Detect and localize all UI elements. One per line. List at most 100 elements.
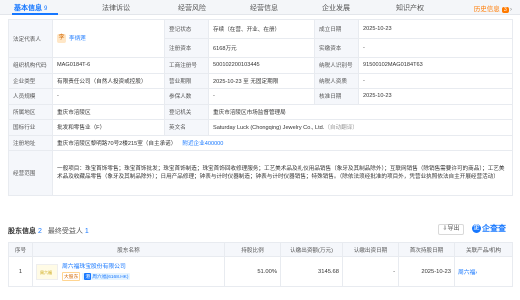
staff-label: 人员规模 xyxy=(8,88,53,105)
brand-logo: 企企查查 xyxy=(472,223,506,234)
taxpayer-q-value: - xyxy=(358,72,513,89)
est-date-value: 2025-10-23 xyxy=(358,19,513,39)
info-row: 经营范围 一般项目：珠宝首饰零售；珠宝首饰批发；珠宝首饰制造；珠宝首饰回收修理服… xyxy=(8,150,513,196)
company-logo: 周六福 xyxy=(36,263,58,280)
tab-bar: 基本信息 9 法律诉讼 经营风险 经营信息 企业发展 知识产权 历史信息 3 › xyxy=(0,0,520,15)
beneficiary-label: 最终受益人 xyxy=(47,228,83,235)
tab-operations[interactable]: 经营信息 xyxy=(250,3,278,13)
tab-label: 基本信息 xyxy=(14,5,42,12)
holder-sub-date: - xyxy=(342,256,399,287)
product-link[interactable]: 周六福 xyxy=(458,270,475,276)
col-index: 序号 xyxy=(8,242,33,257)
info-row: 企业类型 有限责任公司（自然人投资或控股） 营业期限 2025-10-23 至 … xyxy=(8,72,513,89)
tab-history[interactable]: 历史信息 3 › xyxy=(474,3,512,13)
tab-development[interactable]: 企业发展 xyxy=(322,3,350,13)
industry-value: 批发和零售业（F） xyxy=(52,119,165,136)
tab-risk[interactable]: 经营风险 xyxy=(178,3,206,13)
tab-label: 企业发展 xyxy=(322,5,350,12)
en-name-label: 英文名 xyxy=(164,119,209,136)
authority-value: 重庆市涪陵区市场监督管理局 xyxy=(208,103,513,120)
chevron-right-icon: › xyxy=(475,270,478,276)
address-label: 注册地址 xyxy=(8,134,53,151)
logo-text: 周六福 xyxy=(40,269,52,275)
holder-cell: 周六福 周六福珠宝股份有限公司 大股东港周六福(6168.HK) xyxy=(32,256,225,287)
major-holder-badge: 大股东 xyxy=(62,271,81,281)
col-ratio[interactable]: 持股比例 xyxy=(224,242,281,257)
address-cell: 重庆市涪陵区黎明路70号2楼215室（自主承诺） 附近企业400000 xyxy=(52,134,513,151)
org-code-label: 组织机构代码 xyxy=(8,57,53,74)
tab-ip[interactable]: 知识产权 xyxy=(396,3,424,13)
stock-badge[interactable]: 港周六福(6168.HK) xyxy=(82,272,131,280)
reg-capital-label: 注册资本 xyxy=(164,38,209,58)
export-button[interactable]: ⇩导出 xyxy=(438,224,464,235)
en-name-value: Saturday Luck (Chongqing) Jewelry Co., L… xyxy=(213,125,325,132)
info-row: 组织机构代码 MAG0184T-6 工商注册号 500102200103445 … xyxy=(8,57,513,74)
brand-icon: 企 xyxy=(472,224,481,234)
chevron-right-icon: › xyxy=(509,6,512,13)
business-info-table: 法定代表人 李李炳莲 登记状态 存续（在营、开业、在册） 成立日期 2025-1… xyxy=(8,19,513,196)
col-sub-date[interactable]: 认缴出资日期 xyxy=(342,242,399,257)
shareholders-count: 2 xyxy=(38,228,42,235)
holder-first-date: 2025-10-23 xyxy=(398,256,455,287)
col-product: 关联产品/机构 xyxy=(454,242,513,257)
scope-value: 一般项目：珠宝首饰零售；珠宝首饰批发；珠宝首饰制造；珠宝首饰回收修理服务；工艺美… xyxy=(52,150,513,196)
nearby-companies-link[interactable]: 附近企业400000 xyxy=(182,141,223,147)
holder-amount: 3145.68 xyxy=(280,256,343,287)
region-value: 重庆市涪陵区 xyxy=(52,103,165,120)
tab-label: 经营风险 xyxy=(178,5,206,12)
approval-value: 2025-10-23 xyxy=(358,88,513,105)
tab-legal[interactable]: 法律诉讼 xyxy=(102,3,130,13)
type-value: 有限责任公司（自然人投资或控股） xyxy=(52,72,165,89)
beneficiary-tab[interactable]: 最终受益人 1 xyxy=(48,228,89,235)
shareholders-table: 序号 股东名称 持股比例 认缴出资额(万元) 认缴出资日期 首次持股日期 关联产… xyxy=(8,242,513,287)
en-name-note: （自动翻译） xyxy=(324,125,358,132)
brand-label: 企查查 xyxy=(482,224,506,233)
info-row: 人员规模 - 参保人数 - 核准日期 2025-10-23 xyxy=(8,88,513,105)
approval-label: 核准日期 xyxy=(314,88,359,105)
history-label: 历史信息 xyxy=(473,6,500,13)
table-row: 1 周六福 周六福珠宝股份有限公司 大股东港周六福(6168.HK) 51.00… xyxy=(8,256,513,287)
col-name: 股东名称 xyxy=(32,242,225,257)
info-row: 国标行业 批发和零售业（F） 英文名 Saturday Luck (Chongq… xyxy=(8,119,513,136)
avatar: 李 xyxy=(57,34,66,43)
info-row: 注册地址 重庆市涪陵区黎明路70号2楼215室（自主承诺） 附近企业400000 xyxy=(8,134,513,151)
region-label: 所属地区 xyxy=(8,103,53,120)
holder-ratio: 51.00% xyxy=(224,256,281,287)
history-count: 3 xyxy=(501,7,509,13)
reg-capital-value: 6168万元 xyxy=(208,38,315,58)
insured-label: 参保人数 xyxy=(164,88,209,105)
stock-market: 港 xyxy=(84,272,92,280)
tab-basic-info[interactable]: 基本信息 9 xyxy=(14,3,47,13)
en-name-cell: Saturday Luck (Chongqing) Jewelry Co., L… xyxy=(208,119,513,136)
holder-product-cell: 周六福› xyxy=(454,256,513,287)
stock-label: 周六福(6168.HK) xyxy=(92,274,129,280)
export-label: 导出 xyxy=(447,226,460,232)
taxpayer-id-value: 91500102MAG0184T63 xyxy=(358,57,513,74)
legal-rep-cell: 李李炳莲 xyxy=(52,19,165,58)
shareholders-title: 股东信息 xyxy=(8,228,36,235)
status-label: 登记状态 xyxy=(164,19,209,39)
taxpayer-id-label: 纳税人识别号 xyxy=(314,57,359,74)
insured-value: - xyxy=(208,88,315,105)
type-label: 企业类型 xyxy=(8,72,53,89)
est-date-label: 成立日期 xyxy=(314,19,359,39)
holder-info: 周六福珠宝股份有限公司 大股东港周六福(6168.HK) xyxy=(62,263,131,281)
scope-label: 经营范围 xyxy=(8,150,53,196)
holder-name-link[interactable]: 周六福珠宝股份有限公司 xyxy=(62,263,130,272)
tab-count: 9 xyxy=(44,6,48,12)
staff-value: - xyxy=(52,88,165,105)
address-value: 重庆市涪陵区黎明路70号2楼215室（自主承诺） xyxy=(57,140,177,147)
legal-rep-link[interactable]: 李炳莲 xyxy=(69,36,86,42)
industry-label: 国标行业 xyxy=(8,119,53,136)
beneficiary-count: 1 xyxy=(84,228,89,235)
taxpayer-q-label: 纳税人资质 xyxy=(314,72,359,89)
info-row: 法定代表人 李李炳莲 登记状态 存续（在营、开业、在册） 成立日期 2025-1… xyxy=(8,19,513,58)
legal-rep-label: 法定代表人 xyxy=(8,19,53,58)
paid-capital-value: - xyxy=(358,38,513,58)
row-index: 1 xyxy=(8,256,33,287)
col-amount[interactable]: 认缴出资额(万元) xyxy=(280,242,343,257)
term-label: 营业期限 xyxy=(164,72,209,89)
shareholders-header: 股东信息 2 最终受益人 1 xyxy=(8,226,89,236)
col-first-date[interactable]: 首次持股日期 xyxy=(398,242,455,257)
info-row: 所属地区 重庆市涪陵区 登记机关 重庆市涪陵区市场监督管理局 xyxy=(8,103,513,120)
